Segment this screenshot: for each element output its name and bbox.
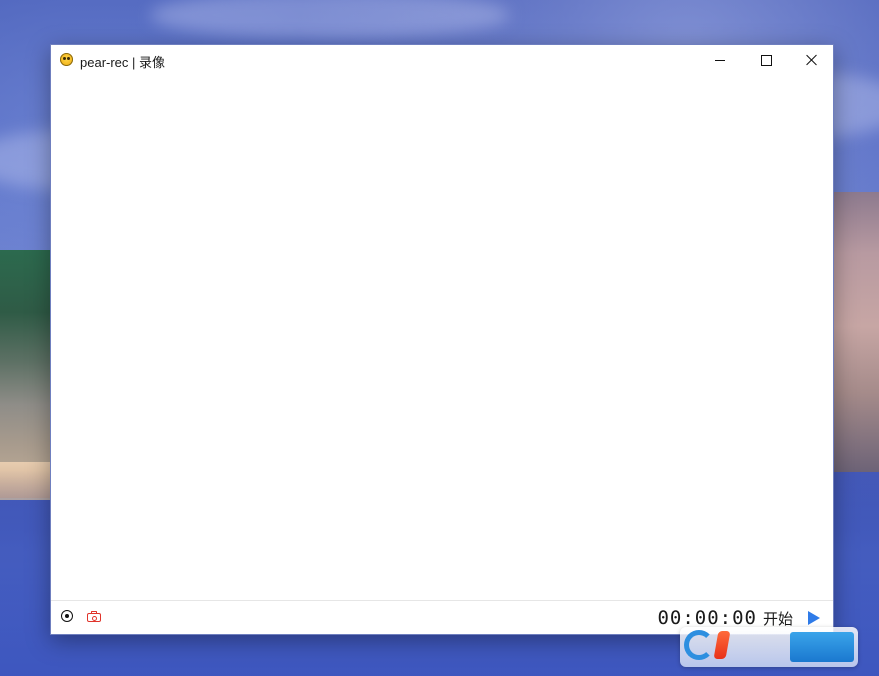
minimize-icon <box>715 59 725 61</box>
start-button-label[interactable]: 开始 <box>763 608 793 629</box>
title-bar[interactable]: pear-rec | 录像 <box>51 45 833 75</box>
close-button[interactable] <box>789 45 835 75</box>
recorder-window: pear-rec | 录像 00:00:00 开始 <box>50 44 834 635</box>
maximize-button[interactable] <box>743 45 789 75</box>
wallpaper-cloud <box>150 0 510 40</box>
watermark-logo <box>680 627 858 667</box>
pear-rec-app-icon <box>60 53 73 66</box>
minimize-button[interactable] <box>697 45 743 75</box>
window-title: pear-rec | 录像 <box>80 55 166 70</box>
maximize-icon <box>760 54 772 66</box>
record-circle-icon[interactable] <box>61 610 73 622</box>
play-icon[interactable] <box>808 611 820 625</box>
watermark-c-shape <box>684 630 714 660</box>
watermark-red-badge <box>713 631 731 659</box>
close-icon <box>806 54 818 66</box>
watermark-blue-badge <box>790 632 854 662</box>
camera-icon[interactable] <box>87 611 101 622</box>
recording-preview-area <box>51 75 833 602</box>
camera-icon-lens <box>91 615 97 621</box>
recording-timer: 00:00:00 <box>657 607 757 629</box>
